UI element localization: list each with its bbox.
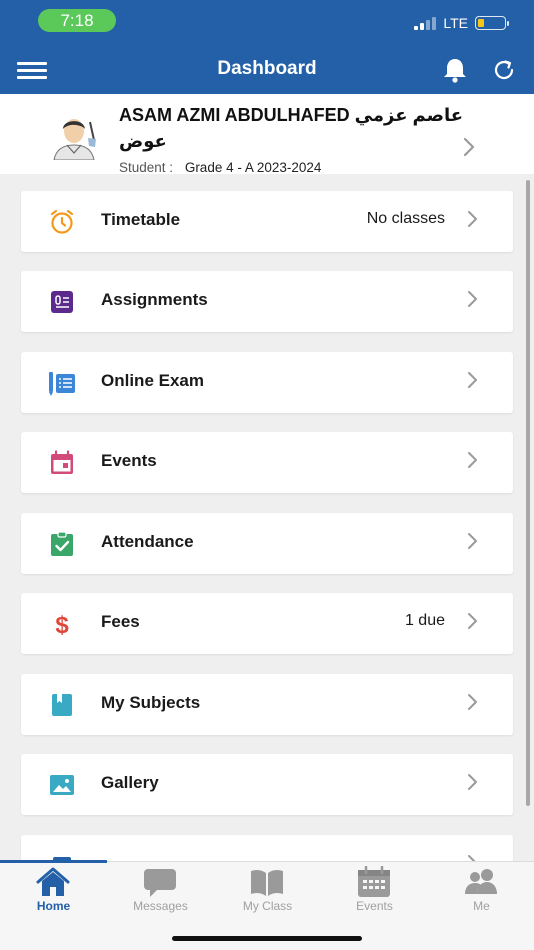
status-indicators: LTE — [414, 13, 509, 33]
tab-label: Messages — [133, 899, 188, 913]
tab-events[interactable]: Events — [321, 862, 428, 922]
chevron-right-icon — [468, 372, 477, 388]
menu-item-online-exam[interactable]: Online Exam — [21, 352, 513, 413]
chevron-right-icon — [468, 211, 477, 227]
tab-label: Me — [473, 899, 490, 913]
student-label: Student : — [119, 160, 174, 175]
student-details: Student : Grade 4 - A 2023-2024 — [119, 160, 321, 175]
student-profile-card[interactable]: ASAM AZMI ABDULHAFED عاصم عزمي عوض Stude… — [0, 94, 534, 175]
menu-item-label: Assignments — [101, 290, 208, 309]
chevron-right-icon — [468, 613, 477, 629]
chevron-right-icon — [463, 137, 475, 157]
status-time: 7:18 — [38, 9, 116, 32]
tab-my-class[interactable]: My Class — [214, 862, 321, 922]
menu-item-label: Gallery — [101, 773, 159, 792]
network-type: LTE — [443, 15, 468, 31]
signal-icon — [414, 16, 437, 30]
chevron-right-icon — [468, 774, 477, 790]
online-exam-icon — [49, 372, 75, 396]
tab-label: Home — [36, 899, 71, 913]
open-book-icon — [251, 869, 283, 896]
calendar-icon — [51, 450, 73, 474]
assignment-icon — [51, 291, 73, 313]
menu-item-timetable[interactable]: Timetable No classes — [21, 191, 513, 252]
clipboard-check-icon — [51, 531, 73, 556]
chevron-right-icon — [468, 533, 477, 549]
home-indicator[interactable] — [172, 936, 362, 941]
menu-item-my-subjects[interactable]: My Subjects — [21, 674, 513, 735]
menu-item-attendance[interactable]: Attendance — [21, 513, 513, 574]
alarm-clock-icon — [50, 209, 74, 234]
menu-item-label: My Subjects — [101, 693, 201, 712]
refresh-icon[interactable] — [490, 56, 518, 84]
tab-label: My Class — [242, 899, 293, 913]
tab-home[interactable]: Home — [0, 862, 107, 922]
student-name: ASAM AZMI ABDULHAFED عاصم عزمي عوض — [119, 105, 464, 151]
menu-item-label: Fees — [101, 612, 140, 631]
home-icon — [36, 867, 70, 896]
menu-item-label: Online Exam — [101, 371, 204, 390]
menu-item-value: No classes — [366, 210, 445, 227]
menu-item-label: Attendance — [101, 532, 194, 551]
people-icon — [465, 869, 497, 894]
tab-messages[interactable]: Messages — [107, 862, 214, 922]
menu-item-events[interactable]: Events — [21, 432, 513, 493]
calendar-icon — [358, 866, 390, 897]
book-icon — [52, 694, 72, 716]
menu-item-value: 1 due — [404, 612, 445, 629]
chevron-right-icon — [468, 291, 477, 307]
scrollbar[interactable] — [526, 180, 530, 806]
dollar-icon: $ — [55, 612, 69, 638]
tab-label: Events — [356, 899, 393, 913]
top-navigation-bar: 7:18 LTE Dashboard — [0, 0, 534, 94]
tab-me[interactable]: Me — [428, 862, 534, 922]
menu-item-assignments[interactable]: Assignments — [21, 271, 513, 332]
menu-item-label: Timetable — [101, 210, 181, 229]
chevron-right-icon — [468, 452, 477, 468]
image-icon — [50, 775, 74, 795]
chevron-right-icon — [468, 694, 477, 710]
student-grade: Grade 4 - A 2023-2024 — [184, 160, 322, 175]
menu-item-fees[interactable]: $ Fees 1 due — [21, 593, 513, 654]
menu-item-label: Events — [101, 451, 157, 470]
bell-icon[interactable] — [441, 56, 469, 84]
battery-icon — [475, 16, 509, 30]
chat-icon — [144, 869, 176, 897]
menu-item-gallery[interactable]: Gallery — [21, 754, 513, 815]
avatar — [53, 119, 96, 160]
svg-text:$: $ — [55, 612, 69, 638]
